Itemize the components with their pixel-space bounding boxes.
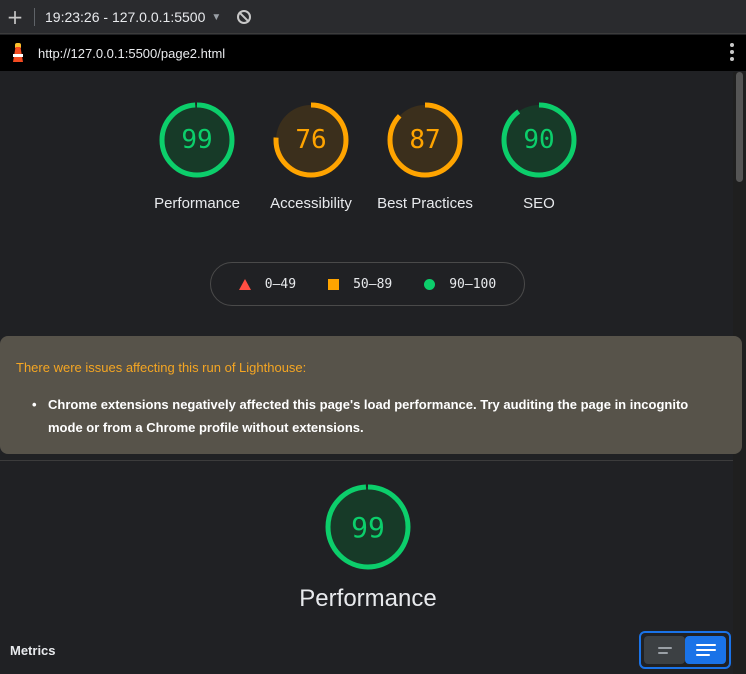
caret-down-icon[interactable]: ▼ bbox=[211, 12, 221, 23]
gauge-seo[interactable]: 90 SEO bbox=[464, 102, 614, 215]
circle-icon bbox=[424, 278, 436, 290]
legend-fail: 0–49 bbox=[238, 277, 296, 292]
new-report-button[interactable]: + bbox=[0, 0, 30, 34]
page-url[interactable]: http://127.0.0.1:5500/page2.html bbox=[38, 46, 225, 61]
category-score: 99 bbox=[351, 510, 385, 544]
report-url-bar: http://127.0.0.1:5500/page2.html bbox=[0, 35, 746, 71]
triangle-icon bbox=[238, 278, 251, 290]
category-title: Performance bbox=[299, 585, 437, 612]
metrics-heading: Metrics bbox=[10, 643, 56, 658]
block-icon[interactable] bbox=[237, 9, 252, 24]
gauge-score: 90 bbox=[523, 125, 555, 155]
gauge-score: 76 bbox=[295, 125, 327, 155]
gauge-score: 87 bbox=[409, 125, 441, 155]
legend-pass: 90–100 bbox=[424, 277, 496, 292]
collapsed-view-button[interactable] bbox=[644, 636, 685, 664]
expanded-lines-icon bbox=[695, 644, 716, 656]
warning-item: Chrome extensions negatively affected th… bbox=[32, 393, 726, 439]
warning-title: There were issues affecting this run of … bbox=[16, 360, 307, 375]
square-icon bbox=[328, 278, 340, 290]
score-scale-legend: 0–49 50–89 90–100 bbox=[210, 262, 525, 306]
gauge-score: 99 bbox=[181, 125, 213, 155]
gauge-ring: 90 bbox=[501, 102, 577, 178]
collapsed-lines-icon bbox=[657, 646, 672, 654]
devtools-toolbar: + 19:23:26 - 127.0.0.1:5500 ▼ bbox=[0, 0, 746, 34]
kebab-menu-icon[interactable] bbox=[730, 43, 734, 61]
legend-average: 50–89 bbox=[328, 277, 392, 292]
run-warnings: There were issues affecting this run of … bbox=[0, 336, 742, 454]
metrics-view-toggle[interactable] bbox=[639, 631, 731, 669]
gauge-ring: 76 bbox=[273, 102, 349, 178]
category-gauge: 99 bbox=[325, 484, 411, 570]
gauge-label: SEO bbox=[523, 195, 555, 212]
gauge-ring: 87 bbox=[387, 102, 463, 178]
scrollbar-thumb[interactable] bbox=[736, 72, 743, 182]
expanded-view-button[interactable] bbox=[685, 636, 726, 664]
report-selector[interactable]: 19:23:26 - 127.0.0.1:5500 bbox=[45, 9, 205, 25]
lighthouse-icon bbox=[11, 43, 25, 63]
gauge-ring: 99 bbox=[159, 102, 235, 178]
section-divider bbox=[0, 460, 733, 461]
toolbar-separator bbox=[34, 7, 35, 26]
